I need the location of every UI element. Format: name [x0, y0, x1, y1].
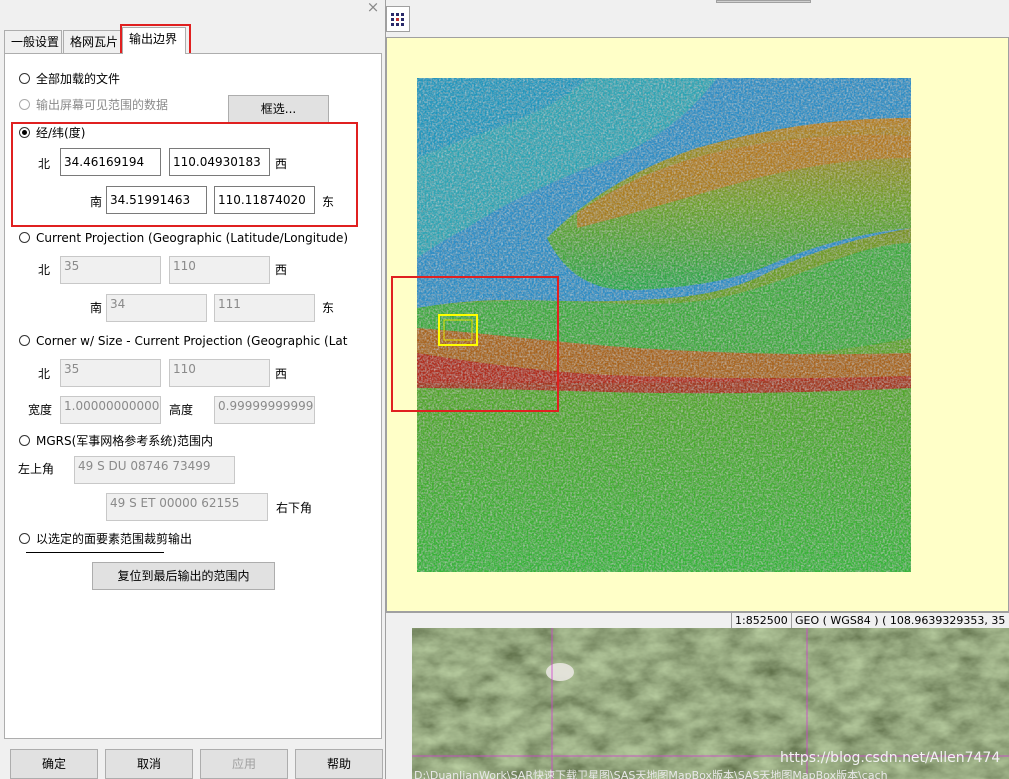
corner-height-input[interactable]: 0.999999999999 — [214, 396, 315, 424]
mgrs-top-left-input[interactable]: 49 S DU 08746 73499 — [74, 456, 235, 484]
latlon-north-label: 北 — [38, 157, 51, 171]
projection-west-label: 西 — [275, 263, 288, 277]
radio-all-loaded[interactable] — [19, 73, 30, 84]
toolbar-control[interactable] — [716, 0, 811, 3]
status-scale: 1:852500 — [731, 613, 791, 629]
satellite-view[interactable]: https://blog.csdn.net/Allen7474 D:\DuanJ… — [412, 628, 1009, 779]
corner-width-input[interactable]: 1.000000000000 — [60, 396, 161, 424]
corner-width-label: 宽度 — [28, 403, 53, 417]
projection-south-label: 南 — [90, 301, 103, 315]
ok-button[interactable]: 确定 — [10, 749, 98, 779]
help-button[interactable]: 帮助 — [295, 749, 383, 779]
corner-height-label: 高度 — [169, 403, 194, 417]
grid-icon — [391, 13, 404, 26]
projection-north-label: 北 — [38, 263, 51, 277]
export-dialog: × 一般设置 格网瓦片 输出边界 全部加载的文件 输出屏幕可见范围的数据 框选.… — [0, 0, 386, 779]
apply-button[interactable]: 应用 — [200, 749, 288, 779]
option-current-projection-label: Current Projection (Geographic (Latitude… — [36, 231, 348, 245]
option-visible-extent-label: 输出屏幕可见范围的数据 — [36, 98, 169, 112]
option-mgrs-label: MGRS(军事网格参考系统)范围内 — [36, 434, 213, 448]
close-icon[interactable]: × — [364, 0, 382, 16]
option-all-loaded-label: 全部加载的文件 — [36, 72, 121, 86]
mgrs-top-left-label: 左上角 — [18, 462, 55, 476]
mgrs-bottom-right-input[interactable]: 49 S ET 00000 62155 — [106, 493, 268, 521]
radio-mgrs[interactable] — [19, 435, 30, 446]
toolbar — [386, 0, 1009, 36]
option-selected-area-label: 以选定的面要素范围裁剪输出 — [36, 532, 193, 546]
select-box-button[interactable]: 框选... — [228, 95, 329, 123]
tab-general-settings[interactable]: 一般设置 — [4, 30, 62, 54]
latlon-south-label: 南 — [90, 195, 103, 209]
reset-extent-button[interactable]: 复位到最后输出的范围内 — [92, 562, 275, 590]
grid-tool-button[interactable] — [386, 6, 410, 32]
latlon-east-label: 东 — [322, 195, 335, 209]
radio-current-projection[interactable] — [19, 232, 30, 243]
map-view[interactable] — [386, 37, 1009, 612]
projection-west-input[interactable]: 110 — [169, 256, 270, 284]
corner-north-input[interactable]: 35 — [60, 359, 161, 387]
projection-north-input[interactable]: 35 — [60, 256, 161, 284]
mgrs-bottom-right-label: 右下角 — [276, 501, 313, 515]
latlon-south-input[interactable] — [106, 186, 207, 214]
latlon-east-input[interactable] — [214, 186, 315, 214]
tab-grid-tiles[interactable]: 格网瓦片 — [63, 30, 121, 54]
latlon-west-label: 西 — [275, 157, 288, 171]
corner-west-label: 西 — [275, 367, 288, 381]
divider — [26, 552, 164, 553]
cancel-button[interactable]: 取消 — [105, 749, 193, 779]
elevation-raster[interactable] — [387, 38, 1009, 613]
watermark: https://blog.csdn.net/Allen7474 — [780, 750, 1001, 766]
radio-selected-area[interactable] — [19, 533, 30, 544]
projection-east-input[interactable]: 111 — [214, 294, 315, 322]
status-coordinates: GEO ( WGS84 ) ( 108.9639329353, 35 — [791, 613, 1009, 629]
option-corner-size-label: Corner w/ Size - Current Projection (Geo… — [36, 334, 348, 348]
option-latlon-label: 经/纬(度) — [36, 126, 86, 140]
cache-path-text: D:\DuanJianWork\SAR快速下载卫星图\SAS天地图MapBox版… — [414, 769, 888, 779]
corner-north-label: 北 — [38, 367, 51, 381]
projection-south-input[interactable]: 34 — [106, 294, 207, 322]
radio-visible-extent[interactable] — [19, 99, 30, 110]
status-bar: 1:852500 GEO ( WGS84 ) ( 108.9639329353,… — [386, 612, 1009, 629]
latlon-west-input[interactable] — [169, 148, 270, 176]
latlon-north-input[interactable] — [60, 148, 161, 176]
radio-corner-size[interactable] — [19, 335, 30, 346]
projection-east-label: 东 — [322, 301, 335, 315]
radio-latlon[interactable] — [19, 127, 30, 138]
corner-west-input[interactable]: 110 — [169, 359, 270, 387]
tab-export-bounds[interactable]: 输出边界 — [122, 27, 186, 54]
